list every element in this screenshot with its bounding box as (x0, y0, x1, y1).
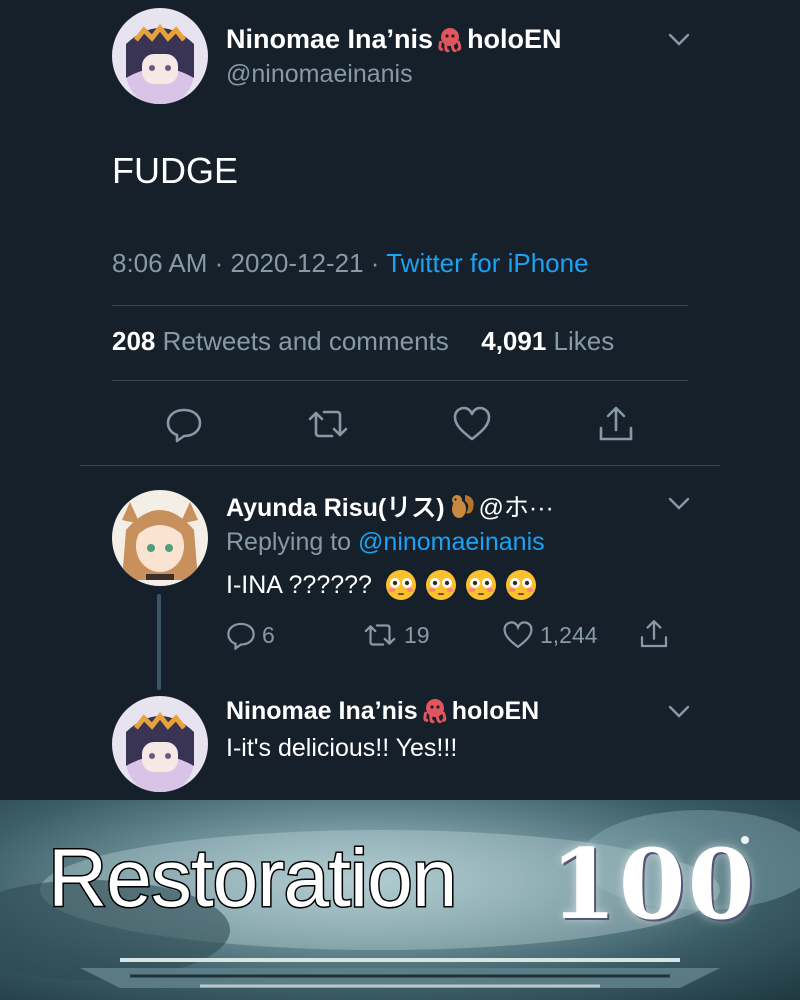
reply-name-part2: holoEN (451, 696, 540, 725)
chevron-down-icon[interactable] (666, 698, 692, 724)
flushed-face-emoji (465, 570, 496, 600)
meta-separator: · (214, 248, 224, 278)
share-icon (599, 406, 633, 441)
reply-text-content: I-INA ?????? (226, 570, 372, 599)
chevron-down-icon[interactable] (666, 26, 692, 52)
retweet-icon (364, 624, 396, 646)
reply-name-text: Ayunda Risu(リス) (226, 494, 445, 522)
reply-icon (227, 622, 255, 650)
reply-icon (166, 408, 202, 443)
reply-retweet-button[interactable]: 19 (362, 620, 430, 650)
chevron-down-icon[interactable] (666, 490, 692, 516)
reply-display-name[interactable]: Ninomae Ina’nis holoEN (226, 696, 539, 726)
retweets-label[interactable]: Retweets and comments (163, 326, 449, 356)
display-name-part2: holoEN (467, 24, 562, 54)
tweet-thread: Ninomae Ina’nis holoEN @ninomaeinanis FU… (0, 0, 800, 800)
like-count: 1,244 (540, 621, 598, 648)
retweet-button[interactable] (306, 402, 350, 446)
display-name[interactable]: Ninomae Ina’nis holoEN (226, 24, 562, 55)
reply-handle: @ホ··· (478, 494, 554, 522)
like-button[interactable] (450, 402, 494, 446)
reply-name-part1: Ninomae Ina’nis (226, 696, 418, 725)
display-name-part1: Ninomae Ina’nis (226, 24, 434, 54)
skill-level: 100 (550, 828, 757, 941)
flushed-face-emoji (425, 570, 456, 600)
page: Ninomae Ina’nis holoEN @ninomaeinanis FU… (0, 0, 800, 1000)
squirrel-emoji (451, 495, 474, 518)
reply-button[interactable] (162, 402, 206, 446)
tweet-date[interactable]: 2020-12-21 (231, 248, 364, 278)
handle[interactable]: @ninomaeinanis (226, 60, 413, 89)
replying-to: Replying to @ninomaeinanis (226, 528, 545, 557)
flushed-face-emoji (385, 570, 416, 600)
reply-share-button[interactable] (638, 618, 676, 650)
likes-count[interactable]: 4,091 (481, 326, 546, 356)
heart-icon (503, 621, 533, 649)
tweet-stats: 208 Retweets and comments 4,091 Likes (112, 326, 614, 357)
avatar[interactable] (112, 8, 208, 104)
divider (80, 465, 720, 466)
replying-prefix: Replying to (226, 528, 352, 556)
reply-count: 6 (262, 621, 275, 648)
share-button[interactable] (594, 402, 638, 446)
retweet-icon (308, 410, 348, 438)
retweets-count[interactable]: 208 (112, 326, 155, 356)
meta-separator: · (370, 248, 380, 278)
replying-handle-link[interactable]: @ninomaeinanis (358, 528, 545, 556)
skill-name: Restoration (46, 832, 458, 926)
flushed-face-emoji (505, 570, 536, 600)
retweet-count: 19 (404, 621, 430, 648)
avatar[interactable] (112, 696, 208, 792)
reply-reply-button[interactable]: 6 (226, 620, 275, 650)
reply-text: I-INA ?????? (226, 568, 538, 602)
reply-display-name[interactable]: Ayunda Risu(リス) @ホ··· (226, 488, 554, 524)
reply-text: I-it's delicious!! Yes!!! (226, 734, 458, 762)
tweet-source-link[interactable]: Twitter for iPhone (386, 248, 588, 278)
tweet-meta: 8:06 AM · 2020-12-21 · Twitter for iPhon… (112, 248, 589, 279)
thread-line (157, 594, 161, 690)
avatar[interactable] (112, 490, 208, 586)
share-icon (640, 620, 668, 648)
tweet-time[interactable]: 8:06 AM (112, 248, 207, 278)
octopus-emoji (423, 699, 446, 724)
likes-label[interactable]: Likes (554, 326, 615, 356)
reply-like-button[interactable]: 1,244 (502, 620, 598, 650)
divider (112, 305, 688, 306)
tweet-text: FUDGE (112, 150, 238, 191)
divider (112, 380, 688, 381)
heart-icon (453, 406, 491, 441)
octopus-emoji (438, 27, 462, 52)
